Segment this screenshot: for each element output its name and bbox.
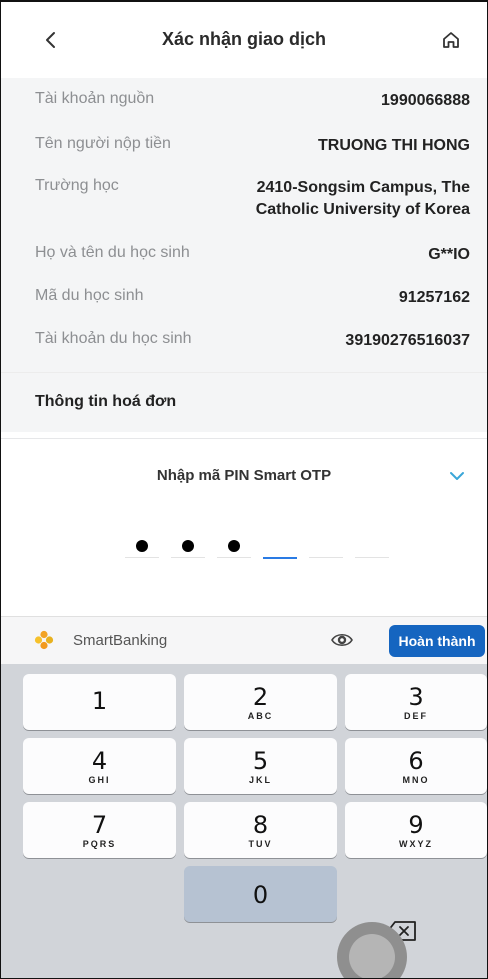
- key-digit: 7: [91, 811, 108, 839]
- pin-slot: [309, 557, 343, 558]
- key-5[interactable]: 5 JKL: [184, 738, 337, 794]
- pin-title: Nhập mã PIN Smart OTP: [156, 467, 332, 484]
- key-letters: MNO: [402, 775, 430, 785]
- detail-row-source-account: Tài khoản nguồn 1990066888: [35, 90, 470, 112]
- pin-dot: [182, 540, 194, 552]
- key-2[interactable]: 2 ABC: [184, 674, 337, 730]
- key-digit: 2: [252, 683, 269, 711]
- key-digit: 1: [91, 687, 108, 715]
- key-digit: 0: [252, 881, 269, 909]
- key-digit: 3: [408, 683, 424, 711]
- detail-row-student-id: Mã du học sinh 91257162: [35, 287, 470, 309]
- key-letters: WXYZ: [399, 839, 433, 849]
- detail-label: Họ và tên du học sinh: [35, 244, 190, 261]
- detail-row-school: Trường học 2410-Songsim Campus, The Cath…: [35, 177, 470, 221]
- detail-label: Tài khoản nguồn: [35, 90, 155, 107]
- detail-value: G**IO: [428, 246, 470, 263]
- app-screen: Xác nhận giao dịch Tài khoản nguồn 19900…: [0, 0, 488, 979]
- keyboard-header: SmartBanking Hoàn thành: [1, 616, 487, 664]
- key-1[interactable]: 1: [23, 674, 176, 730]
- detail-label: Mã du học sinh: [35, 287, 144, 304]
- detail-value: 91257162: [398, 289, 470, 306]
- invoice-section-title: Thông tin hoá đơn: [35, 393, 177, 410]
- key-digit: 5: [252, 747, 269, 775]
- detail-label: Tài khoản du học sinh: [35, 330, 192, 347]
- detail-value: TRUONG THI HONG: [318, 137, 470, 154]
- done-button[interactable]: Hoàn thành: [389, 625, 485, 657]
- key-3[interactable]: 3 DEF: [345, 674, 487, 730]
- key-letters: JKL: [248, 775, 272, 785]
- key-letters: GHI: [88, 775, 111, 785]
- key-digit: 4: [91, 747, 108, 775]
- key-0[interactable]: 0: [184, 866, 337, 922]
- invoice-section-header[interactable]: Thông tin hoá đơn: [1, 372, 487, 432]
- key-letters: TUV: [248, 839, 273, 849]
- key-6[interactable]: 6 MNO: [345, 738, 487, 794]
- smartbanking-logo-icon: [34, 630, 54, 650]
- detail-label: Trường học: [35, 177, 119, 194]
- eye-icon[interactable]: [331, 631, 353, 649]
- detail-row-student-account: Tài khoản du học sinh 39190276516037: [35, 330, 470, 352]
- top-bar: Xác nhận giao dịch: [1, 2, 487, 78]
- pin-entry-sheet: Nhập mã PIN Smart OTP: [1, 438, 487, 616]
- key-4[interactable]: 4 GHI: [23, 738, 176, 794]
- key-letters: DEF: [404, 711, 428, 721]
- detail-value: 1990066888: [381, 92, 470, 109]
- pin-dot: [136, 540, 148, 552]
- detail-row-depositor-name: Tên người nộp tiền TRUONG THI HONG: [35, 135, 470, 157]
- key-letters: PQRS: [82, 839, 117, 849]
- home-icon[interactable]: [437, 26, 465, 54]
- detail-label: Tên người nộp tiền: [35, 135, 171, 152]
- key-digit: 9: [408, 811, 424, 839]
- key-letters: ABC: [247, 711, 274, 721]
- page-title: Xác nhận giao dịch: [161, 28, 327, 49]
- pin-slot: [217, 557, 251, 558]
- transaction-details: Tài khoản nguồn 1990066888 Tên người nộp…: [1, 78, 487, 372]
- key-digit: 6: [408, 747, 424, 775]
- pin-slot: [171, 557, 205, 558]
- chevron-down-icon[interactable]: [449, 469, 465, 481]
- key-9[interactable]: 9 WXYZ: [345, 802, 487, 858]
- chevron-left-icon[interactable]: [37, 26, 65, 54]
- key-digit: 8: [252, 811, 269, 839]
- key-8[interactable]: 8 TUV: [184, 802, 337, 858]
- keyboard-brand: SmartBanking: [73, 632, 168, 649]
- pin-dot: [228, 540, 240, 552]
- pin-slot: [125, 557, 159, 558]
- pin-slot-active[interactable]: [263, 557, 297, 559]
- numeric-keypad: 1 2 ABC 3 DEF 4 GHI 5 JKL 6 MNO 7 PQRS 8…: [1, 664, 487, 978]
- pin-slot: [355, 557, 389, 558]
- key-7[interactable]: 7 PQRS: [23, 802, 176, 858]
- detail-row-student-name: Họ và tên du học sinh G**IO: [35, 244, 470, 266]
- detail-value: 2410-Songsim Campus, The Catholic Univer…: [255, 179, 470, 218]
- detail-value: 39190276516037: [345, 332, 470, 349]
